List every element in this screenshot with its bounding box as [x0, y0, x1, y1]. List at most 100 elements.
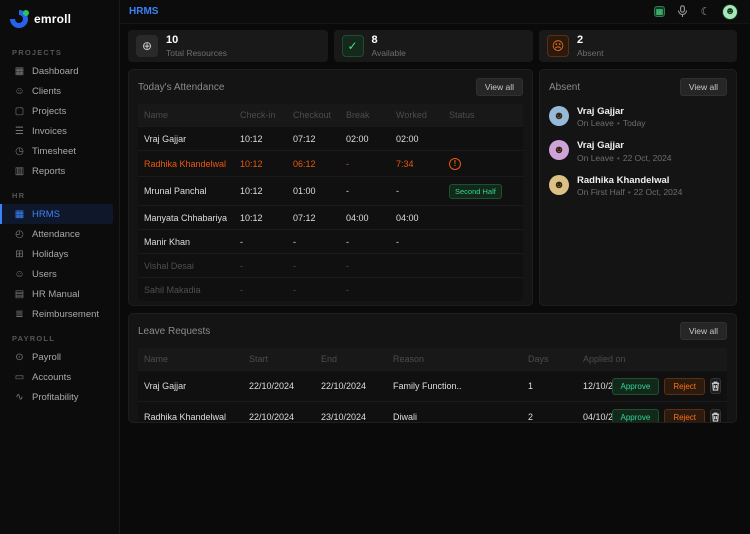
reports-icon: ▥: [14, 166, 25, 177]
attendance-status: !: [443, 206, 523, 230]
breadcrumb[interactable]: HRMS: [129, 6, 158, 17]
delete-button[interactable]: [710, 378, 721, 394]
leave-name: Radhika Khandelwal: [138, 402, 243, 424]
attendance-panel: Today's Attendance View all Name Check-i…: [128, 69, 533, 306]
sidebar-item[interactable]: ◷ Timesheet: [0, 141, 119, 161]
leave-days: 2: [522, 402, 577, 424]
sidebar-item-label: Payroll: [32, 352, 61, 363]
sidebar-item[interactable]: ▦ HRMS: [0, 204, 113, 224]
sidebar-item-label: Timesheet: [32, 146, 76, 157]
attendance-name: Radhika Khandelwal: [138, 151, 234, 177]
leave-requests-panel: Leave Requests View all Name Start End R…: [128, 313, 737, 423]
timesheet-icon: ◷: [14, 146, 25, 157]
col-name: Name: [138, 104, 234, 127]
leave-start: 22/10/2024: [243, 371, 315, 402]
trash-icon: [711, 412, 720, 422]
stat-value: 10: [166, 34, 227, 48]
col-start: Start: [243, 348, 315, 371]
attendance-row: Vishal Desai - - - !: [138, 254, 523, 278]
sidebar-item-label: HR Manual: [32, 289, 80, 300]
stat-cards-right: ☹2Absent: [539, 30, 737, 62]
sidebar-item[interactable]: ▢ Projects: [0, 101, 119, 121]
approve-button[interactable]: Approve: [612, 378, 660, 395]
attendance-checkin: 10:12: [234, 151, 287, 177]
attendance-view-all-button[interactable]: View all: [476, 78, 523, 96]
attendance-break: -: [340, 230, 390, 254]
attendance-checkout: 01:00: [287, 177, 340, 206]
sidebar-item[interactable]: ▦ Dashboard: [0, 61, 119, 81]
sidebar-section: PAYROLL ⊙ Payroll ▭ Accounts: [0, 324, 119, 407]
microphone-icon[interactable]: [676, 5, 689, 18]
sidebar-section-label: HR: [0, 181, 119, 204]
hr-manual-icon: ▤: [14, 289, 25, 300]
sidebar-section: PROJECTS ▦ Dashboard ☺ Clients: [0, 38, 119, 181]
stat-label: Absent: [577, 48, 603, 58]
sidebar-section: HR ▦ HRMS ◴ Attendance: [0, 181, 119, 324]
attendance-name: Vraj Gajjar: [138, 127, 234, 151]
sidebar-item[interactable]: ◴ Attendance: [0, 224, 119, 244]
sidebar-item[interactable]: ⊙ Payroll: [0, 347, 119, 367]
sidebar-item-label: Holidays: [32, 249, 68, 260]
sidebar-item[interactable]: ⊞ Holidays: [0, 244, 119, 264]
profitability-icon: ∿: [14, 392, 25, 403]
status-badge: Second Half: [449, 184, 502, 199]
reject-button[interactable]: Reject: [664, 378, 705, 395]
col-days: Days: [522, 348, 577, 371]
leave-request-row: Radhika Khandelwal 22/10/2024 23/10/2024…: [138, 402, 727, 424]
absent-detail: On Leave•Today: [577, 118, 646, 128]
app-root: emroll PROJECTS ▦ Dashboard: [0, 0, 750, 534]
col-checkout: Checkout: [287, 104, 340, 127]
attendance-worked: -: [390, 230, 443, 254]
dark-mode-moon-icon[interactable]: ☾: [699, 5, 712, 18]
attendance-worked: 02:00: [390, 127, 443, 151]
attendance-break: 04:00: [340, 206, 390, 230]
leave-reason: Diwali: [387, 402, 522, 424]
apps-status-icon[interactable]: ▦: [653, 5, 666, 18]
attendance-break: -: [340, 151, 390, 177]
absent-list-item: ☻ Vraj Gajjar On Leave•Today: [549, 106, 727, 128]
attendance-break: 02:00: [340, 127, 390, 151]
sidebar-item[interactable]: ∿ Profitability: [0, 387, 119, 407]
delete-button[interactable]: [710, 409, 721, 423]
attendance-row: Vraj Gajjar 10:12 07:12 02:00 02:00 !: [138, 127, 523, 151]
attendance-checkout: -: [287, 230, 340, 254]
attendance-worked: [390, 278, 443, 302]
sidebar-item-label: Dashboard: [32, 66, 78, 77]
accounts-icon: ▭: [14, 372, 25, 383]
sidebar-item[interactable]: ☰ Invoices: [0, 121, 119, 141]
col-end: End: [315, 348, 387, 371]
content: ⊕10Total Resources✓8Available ☹2Absent T…: [120, 24, 750, 534]
attendance-checkin: 10:12: [234, 206, 287, 230]
attendance-checkin: -: [234, 278, 287, 302]
attendance-worked: [390, 254, 443, 278]
stat-label: Available: [372, 48, 406, 58]
attendance-row: Manyata Chhabariya 10:12 07:12 04:00 04:…: [138, 206, 523, 230]
leave-request-row: Vraj Gajjar 22/10/2024 22/10/2024 Family…: [138, 371, 727, 402]
sidebar-item[interactable]: ▤ HR Manual: [0, 284, 119, 304]
sidebar-item[interactable]: ▭ Accounts: [0, 367, 119, 387]
sidebar-item[interactable]: ▥ Reports: [0, 161, 119, 181]
leave-view-all-button[interactable]: View all: [680, 322, 727, 340]
approve-button[interactable]: Approve: [612, 409, 660, 424]
sidebar-nav: PROJECTS ▦ Dashboard ☺ Clients: [0, 38, 119, 407]
sidebar-item[interactable]: ☺ Users: [0, 264, 119, 284]
attendance-checkout: -: [287, 254, 340, 278]
attendance-checkout: 07:12: [287, 206, 340, 230]
user-avatar[interactable]: ☻: [722, 4, 738, 20]
attendance-name: Manyata Chhabariya: [138, 206, 234, 230]
leave-end: 23/10/2024: [315, 402, 387, 424]
users-icon: ☺: [14, 269, 25, 280]
attendance-checkout: 07:12: [287, 127, 340, 151]
col-worked: Worked: [390, 104, 443, 127]
attendance-checkin: 10:12: [234, 127, 287, 151]
attendance-name: Vishal Desai: [138, 254, 234, 278]
invoices-icon: ☰: [14, 126, 25, 137]
leave-days: 1: [522, 371, 577, 402]
leave-header-row: Name Start End Reason Days Applied on: [138, 348, 727, 371]
absent-view-all-button[interactable]: View all: [680, 78, 727, 96]
sidebar-item[interactable]: ☺ Clients: [0, 81, 119, 101]
sidebar-item-label: Projects: [32, 106, 66, 117]
attendance-row: Radhika Khandelwal 10:12 06:12 - 7:34 !: [138, 151, 523, 177]
sidebar-item[interactable]: ≣ Reimbursement: [0, 304, 119, 324]
reject-button[interactable]: Reject: [664, 409, 705, 424]
